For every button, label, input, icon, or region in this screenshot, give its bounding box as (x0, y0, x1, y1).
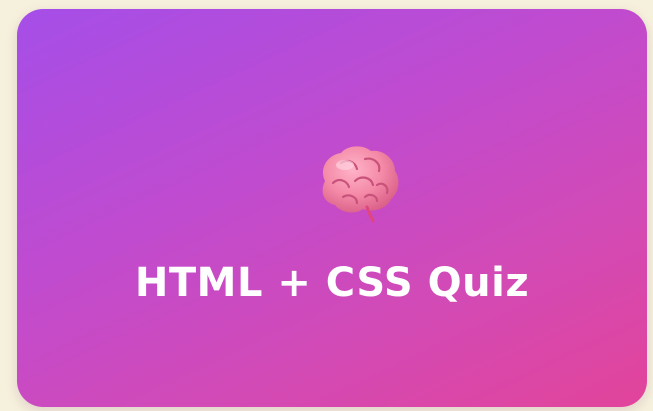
brain-icon (322, 146, 399, 223)
page: HTML + CSS Quiz (0, 0, 653, 411)
card-title: HTML + CSS Quiz (134, 260, 530, 306)
quiz-card[interactable]: HTML + CSS Quiz (17, 9, 647, 407)
quiz-card-content: HTML + CSS Quiz (17, 9, 647, 407)
